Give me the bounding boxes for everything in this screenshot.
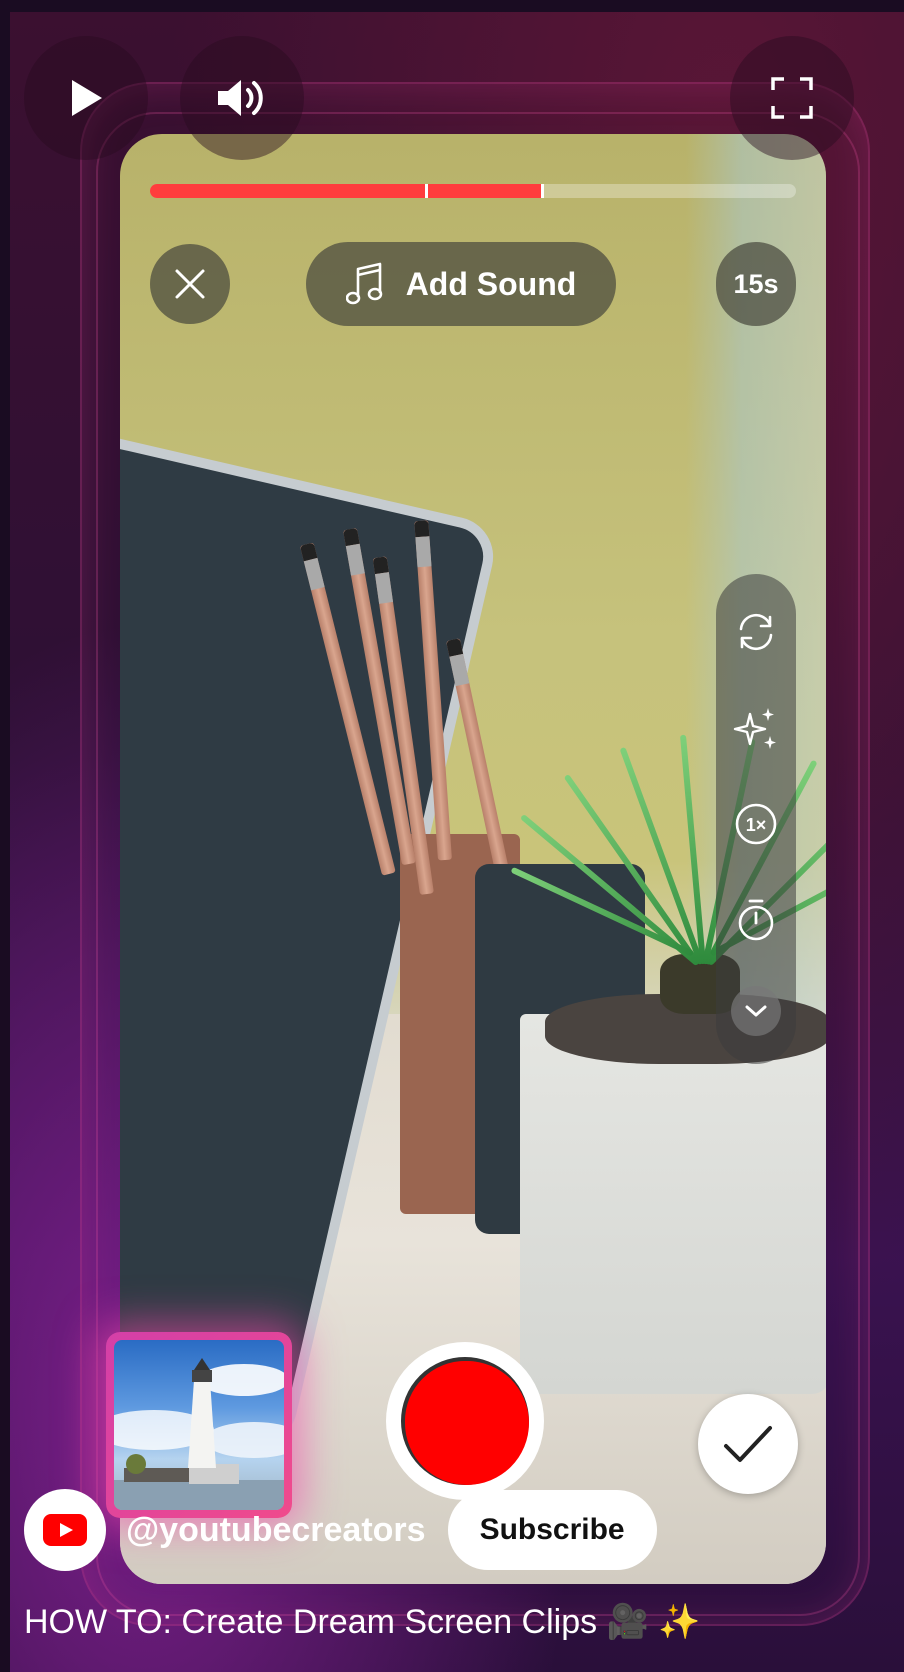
record-button[interactable] [386,1342,544,1500]
record-button-ring [401,1357,529,1485]
more-tools-button[interactable] [731,986,781,1036]
timer-icon [738,899,774,941]
gallery-thumbnail[interactable] [114,1340,284,1510]
recording-progress-fill [150,184,541,198]
speed-button[interactable]: 1× [726,794,786,854]
effects-button[interactable] [726,698,786,758]
svg-text:1×: 1× [746,815,767,835]
flip-camera-icon [739,613,773,651]
shorts-player[interactable]: Add Sound 15s 1× @youtubecreators Subscr… [10,12,904,1672]
checkmark-icon [724,1426,772,1462]
chevron-down-icon [745,1005,767,1017]
record-button-core [405,1361,529,1485]
recording-progress-bar [150,184,796,198]
music-note-icon [345,262,382,305]
youtube-logo-icon [43,1514,87,1546]
channel-handle[interactable]: @youtubecreators [126,1511,426,1550]
channel-row: @youtubecreators Subscribe [24,1488,657,1572]
segment-divider [424,184,428,198]
subscribe-button[interactable]: Subscribe [447,1490,657,1570]
play-button[interactable] [24,36,148,160]
add-sound-label: Add Sound [405,265,577,302]
camera-tools-rail: 1× [716,574,796,1064]
video-title: HOW TO: Create Dream Screen Clips 🎥 ✨ [24,1603,701,1641]
speed-1x-icon: 1× [735,803,777,845]
close-icon [175,269,205,299]
add-sound-button[interactable]: Add Sound [306,242,616,326]
fullscreen-icon [771,77,813,119]
volume-button[interactable] [180,36,304,160]
effects-sparkle-icon [733,708,776,749]
channel-avatar[interactable] [24,1489,106,1571]
fullscreen-button[interactable] [730,36,854,160]
duration-button[interactable]: 15s [716,242,796,326]
timer-button[interactable] [726,890,786,950]
plant-pot [520,1014,826,1394]
lighthouse-thumbnail-image [114,1358,284,1510]
flip-camera-button[interactable] [726,602,786,662]
play-icon [72,80,102,116]
volume-icon [218,80,263,116]
confirm-button[interactable] [698,1394,798,1494]
duration-label: 15s [733,268,779,299]
segment-divider [540,184,544,198]
close-button[interactable] [150,244,230,324]
